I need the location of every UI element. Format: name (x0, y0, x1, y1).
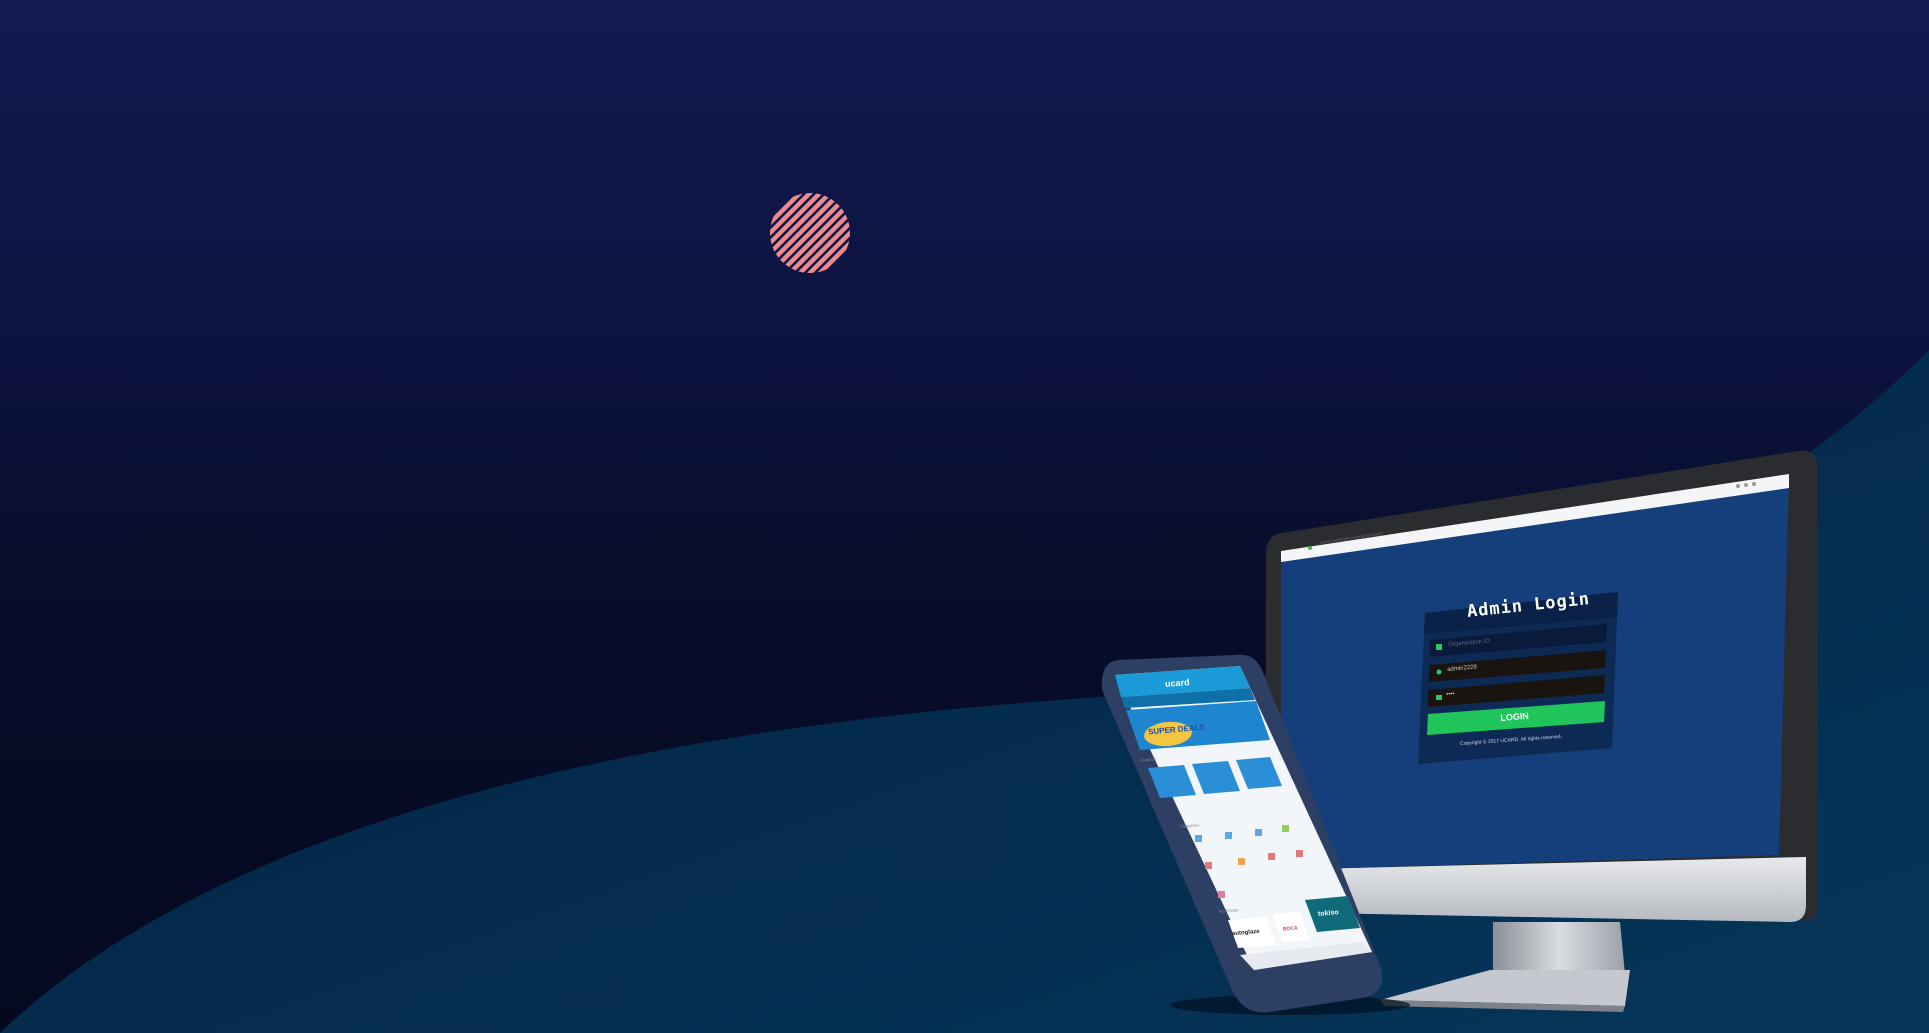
stripe (770, 193, 850, 273)
stripe (770, 193, 850, 273)
phone-app-name: ucard (1164, 677, 1190, 689)
user-icon (1436, 669, 1442, 675)
password-value: •••• (1446, 691, 1455, 698)
brand-boca[interactable]: BOCA (1283, 925, 1298, 932)
stripe (818, 193, 850, 273)
lock-icon (1436, 695, 1442, 700)
stripe (770, 193, 850, 273)
stripe (770, 193, 802, 273)
hero-scene (0, 193, 1929, 1033)
bank-icon (1436, 644, 1442, 650)
decorative-striped-circle (770, 193, 850, 273)
